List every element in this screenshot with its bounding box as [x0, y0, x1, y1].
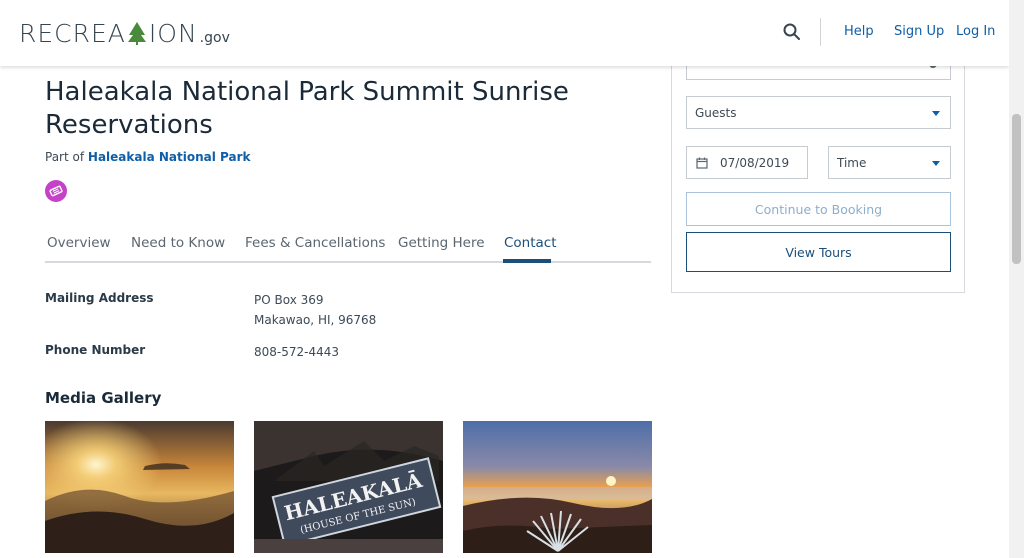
continue-to-booking-button[interactable]: Continue to Booking — [686, 192, 951, 226]
guests-select[interactable]: Guests — [686, 96, 951, 129]
tree-icon — [127, 22, 146, 45]
calendar-icon — [696, 157, 708, 169]
recreation-gov-logo[interactable]: RECREA ION .gov — [19, 18, 230, 48]
date-value: 07/08/2019 — [720, 156, 790, 170]
nav-divider — [820, 18, 821, 46]
date-input[interactable]: 07/08/2019 — [686, 146, 808, 179]
page-scrollbar[interactable] — [1009, 0, 1024, 558]
gallery-image-silversword-sunset[interactable] — [463, 421, 652, 553]
gallery-image-sunrise-clouds[interactable] — [45, 421, 234, 553]
tab-fees-cancellations[interactable]: Fees & Cancellations — [245, 235, 385, 251]
active-tab-indicator — [503, 259, 551, 263]
chevron-down-icon — [932, 111, 940, 116]
time-label: Time — [837, 156, 867, 170]
haleakala-sign-photo: HALEAKALĀ (HOUSE OF THE SUN) — [254, 421, 443, 553]
view-tours-button[interactable]: View Tours — [686, 232, 951, 272]
media-gallery-title: Media Gallery — [45, 389, 162, 407]
log-in-link[interactable]: Log In — [956, 24, 995, 39]
sunrise-clouds-photo — [45, 421, 234, 553]
scrollbar-thumb[interactable] — [1012, 114, 1021, 264]
chevron-down-icon — [932, 161, 940, 166]
phone-number-label: Phone Number — [45, 343, 146, 357]
parent-park-link[interactable]: Haleakala National Park — [88, 150, 251, 164]
page-title: Haleakala National Park Summit Sunrise R… — [45, 77, 569, 140]
tab-contact[interactable]: Contact — [504, 235, 557, 251]
mailing-address-value: PO Box 369 Makawao, HI, 96768 — [254, 290, 376, 330]
help-link[interactable]: Help — [844, 24, 874, 39]
search-icon[interactable] — [782, 22, 802, 42]
mailing-address-label: Mailing Address — [45, 291, 154, 305]
phone-number-value: 808-572-4443 — [254, 345, 340, 359]
part-of-prefix: Part of — [45, 150, 85, 164]
sign-up-link[interactable]: Sign Up — [894, 24, 944, 39]
time-select[interactable]: Time — [828, 146, 951, 179]
logo-text-end: ION — [148, 19, 198, 48]
gallery-image-haleakala-sign[interactable]: HALEAKALĀ (HOUSE OF THE SUN) — [254, 421, 443, 553]
silversword-sunset-photo — [463, 421, 652, 553]
logo-text: RECREA — [19, 19, 125, 48]
tab-overview[interactable]: Overview — [47, 235, 111, 251]
mailing-address-line2: Makawao, HI, 96768 — [254, 313, 377, 327]
tab-need-to-know[interactable]: Need to Know — [131, 235, 225, 251]
mailing-address-line1: PO Box 369 — [254, 293, 324, 307]
facility-tabs: Overview Need to Know Fees & Cancellatio… — [45, 232, 651, 263]
ticket-glyph-icon — [49, 185, 63, 197]
ticket-icon — [45, 180, 67, 202]
site-header: RECREA ION .gov Help Sign Up Log In — [0, 0, 1009, 66]
tab-getting-here[interactable]: Getting Here — [398, 235, 485, 251]
guests-label: Guests — [695, 106, 737, 120]
logo-suffix: .gov — [199, 30, 230, 46]
part-of-line: Part of Haleakala National Park — [45, 150, 251, 164]
